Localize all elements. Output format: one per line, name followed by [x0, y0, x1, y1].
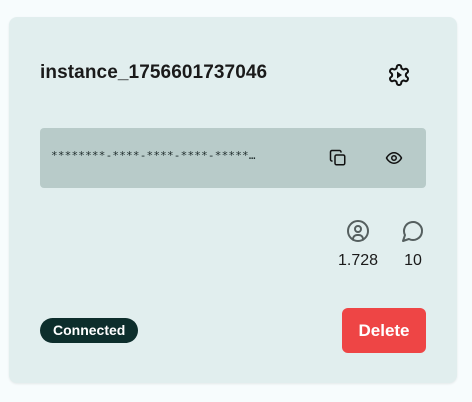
settings-button[interactable]: [383, 59, 415, 91]
user-circle-icon: [345, 218, 371, 244]
instance-name: instance_1756601737046: [40, 62, 268, 83]
messages-stat: 10: [393, 218, 433, 270]
token-field: ********-****-****-****-*****…: [40, 128, 426, 188]
delete-button[interactable]: Delete: [342, 308, 426, 353]
gear-icon: [389, 64, 409, 86]
eye-icon: [385, 152, 403, 164]
token-value: ********-****-****-****-*****…: [51, 149, 256, 162]
message-circle-icon: [400, 218, 426, 244]
copy-icon: [329, 149, 346, 166]
messages-count: 10: [404, 252, 422, 269]
status-badge: Connected: [40, 318, 139, 343]
contacts-count: 1.728: [337, 252, 379, 269]
copy-token-button[interactable]: [324, 144, 352, 172]
instance-card: instance_1756601737046 ********-****-***…: [9, 17, 457, 383]
toggle-token-visibility-button[interactable]: [380, 144, 408, 172]
contacts-stat: 1.728: [335, 218, 381, 270]
